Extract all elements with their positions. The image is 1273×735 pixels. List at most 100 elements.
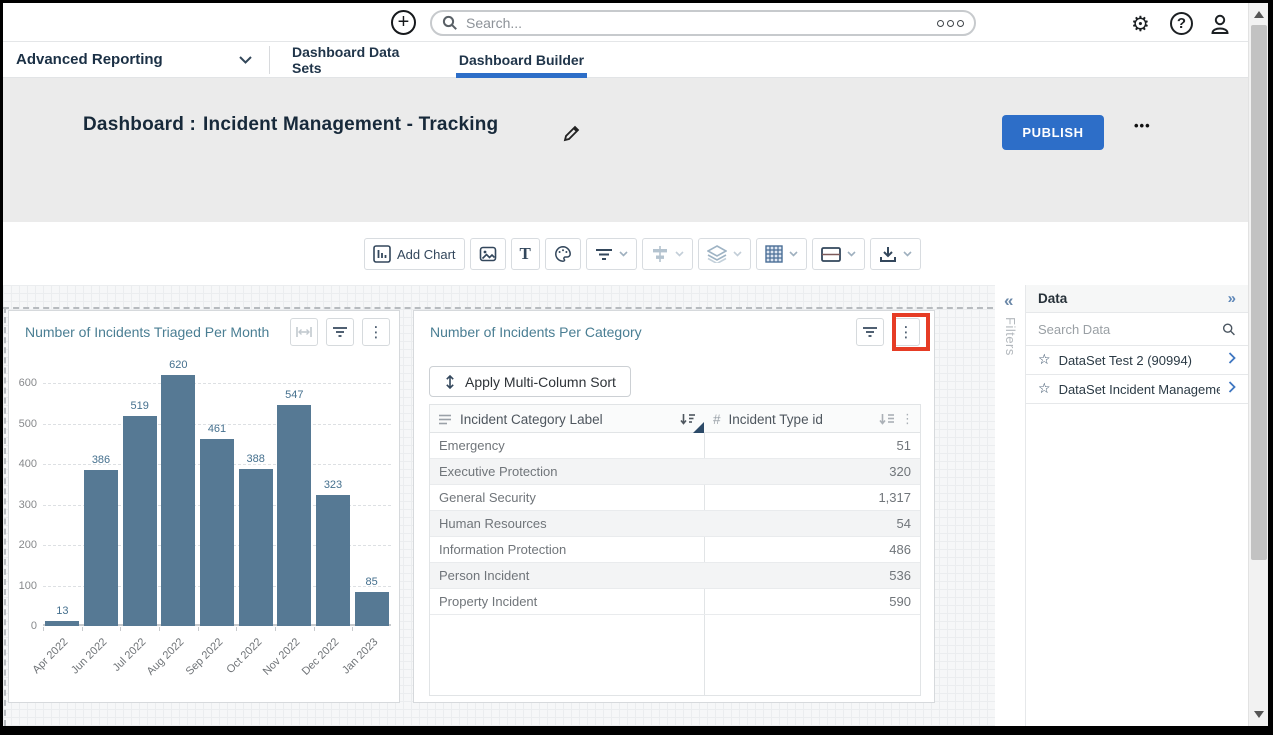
star-icon[interactable]: ☆ [1038, 381, 1051, 397]
add-image-button[interactable] [470, 238, 506, 270]
star-icon[interactable]: ☆ [1038, 352, 1051, 368]
bar[interactable] [161, 375, 195, 626]
column-resize-wedge[interactable] [693, 422, 704, 433]
column-header-type-id[interactable]: # Incident Type id ⋮ [705, 405, 922, 433]
bar[interactable] [45, 621, 79, 626]
dataset-item[interactable]: ☆DataSet Incident Management ... [1026, 375, 1248, 404]
scrollbar-thumb[interactable] [1251, 25, 1267, 560]
chevron-down-icon [675, 251, 684, 257]
y-tick-label: 200 [11, 539, 37, 551]
cell-category-label: Person Incident [439, 563, 529, 589]
search-icon [1222, 322, 1236, 337]
text-tool-icon: T [520, 244, 531, 264]
bar[interactable] [355, 592, 389, 626]
bar[interactable] [123, 416, 157, 626]
chart-card-incidents-per-month[interactable]: Number of Incidents Triaged Per Month ⋮ … [8, 310, 400, 703]
sort-button-label: Apply Multi-Column Sort [465, 374, 616, 390]
bar-value-label: 13 [42, 605, 82, 617]
export-download-button[interactable] [870, 238, 921, 270]
tab-dashboard-data-sets[interactable]: Dashboard Data Sets [292, 42, 422, 77]
chevron-down-icon [847, 251, 856, 257]
cell-type-id: 590 [889, 589, 911, 615]
chart-title: Number of Incidents Per Category [430, 324, 642, 340]
kebab-icon: ⋮ [369, 325, 384, 340]
product-switcher[interactable]: Advanced Reporting [16, 42, 266, 77]
grid-icon [765, 245, 783, 263]
add-text-button[interactable]: T [511, 238, 540, 270]
vertical-scrollbar[interactable] [1248, 3, 1268, 726]
resize-width-button[interactable] [290, 318, 318, 346]
layers-menu-button[interactable] [698, 238, 751, 270]
table-row[interactable]: Property Incident590 [430, 589, 920, 615]
table-row[interactable]: Information Protection486 [430, 537, 920, 563]
filters-tab[interactable]: Filters [1003, 317, 1018, 356]
builder-toolbar: Add Chart T [3, 222, 1248, 285]
table-row[interactable]: General Security1,317 [430, 485, 920, 511]
cell-category-label: Executive Protection [439, 459, 558, 485]
panel-layout-button[interactable] [812, 238, 865, 270]
align-icon [651, 246, 669, 262]
table-row[interactable]: Human Resources 54 [430, 511, 920, 537]
edit-pencil-icon[interactable] [561, 124, 581, 144]
cell-category-label: Human Resources [439, 511, 547, 537]
chevron-down-icon [789, 251, 798, 257]
sort-icon[interactable] [879, 413, 895, 425]
more-options-icon[interactable]: ••• [1134, 118, 1151, 133]
grid-menu-button[interactable] [756, 238, 807, 270]
chevron-down-icon [903, 251, 912, 257]
chart-filter-button[interactable] [326, 318, 354, 346]
tab-dashboard-builder[interactable]: Dashboard Builder [456, 42, 587, 77]
data-sidebar: « Filters Data » ☆DataSet Test 2 (90994)… [995, 285, 1248, 726]
theme-palette-button[interactable] [545, 238, 581, 270]
column-header-category[interactable]: Incident Category Label [430, 405, 704, 433]
filter-menu-button[interactable] [586, 238, 637, 270]
help-icon[interactable]: ? [1170, 12, 1193, 35]
scroll-up-arrow[interactable] [1254, 11, 1264, 18]
cell-type-id: 320 [889, 459, 911, 485]
gear-icon[interactable]: ⚙ [1131, 12, 1155, 36]
expand-panel-icon[interactable]: » [1228, 290, 1236, 307]
column-header-label: Incident Category Label [460, 412, 603, 427]
bar[interactable] [200, 439, 234, 626]
chart-card-header: Number of Incidents Triaged Per Month ⋮ [9, 311, 399, 353]
image-icon [479, 245, 497, 263]
publish-button[interactable]: PUBLISH [1002, 115, 1104, 150]
user-icon[interactable] [1208, 12, 1232, 36]
dataset-item[interactable]: ☆DataSet Test 2 (90994) [1026, 346, 1248, 375]
data-search-input[interactable] [1038, 322, 1214, 337]
chart-filter-button[interactable] [856, 318, 884, 346]
chart-kebab-menu-button[interactable]: ⋮ [362, 318, 390, 346]
bar[interactable] [316, 495, 350, 626]
dashboard-canvas[interactable]: Number of Incidents Triaged Per Month ⋮ … [3, 285, 995, 726]
column-kebab-icon[interactable]: ⋮ [901, 413, 914, 426]
text-lines-icon [438, 414, 452, 425]
chevron-right-icon[interactable] [1228, 380, 1236, 398]
cell-category-label: Emergency [439, 433, 505, 459]
cell-type-id: 536 [889, 563, 911, 589]
bar[interactable] [277, 405, 311, 626]
chart-card-incidents-per-category[interactable]: Number of Incidents Per Category ⋮ Apply… [413, 310, 935, 703]
add-icon[interactable]: + [391, 10, 416, 35]
table-row[interactable]: Emergency51 [430, 433, 920, 459]
bar[interactable] [239, 469, 273, 626]
search-input[interactable] [466, 15, 929, 31]
search-more-icon[interactable] [937, 20, 964, 27]
apply-multi-column-sort-button[interactable]: Apply Multi-Column Sort [429, 366, 631, 397]
scroll-down-arrow[interactable] [1254, 711, 1264, 718]
y-tick-label: 300 [11, 499, 37, 511]
align-menu-button[interactable] [642, 238, 693, 270]
bar[interactable] [84, 470, 118, 626]
filter-lines-icon [595, 247, 613, 261]
collapse-panel-icon[interactable]: « [1004, 291, 1013, 311]
table-row[interactable]: Person Incident 536 [430, 563, 920, 589]
data-panel: Data » ☆DataSet Test 2 (90994)☆DataSet I… [1025, 285, 1248, 726]
chart-title: Number of Incidents Triaged Per Month [25, 324, 269, 340]
y-tick-label: 100 [11, 580, 37, 592]
chevron-right-icon[interactable] [1228, 351, 1236, 369]
bar-chart-icon [373, 245, 391, 263]
add-chart-button[interactable]: Add Chart [364, 238, 465, 270]
table-row[interactable]: Executive Protection 320 [430, 459, 920, 485]
filter-lines-icon [862, 326, 878, 338]
selection-outline-top [3, 307, 993, 309]
cell-type-id: 54 [897, 511, 911, 537]
